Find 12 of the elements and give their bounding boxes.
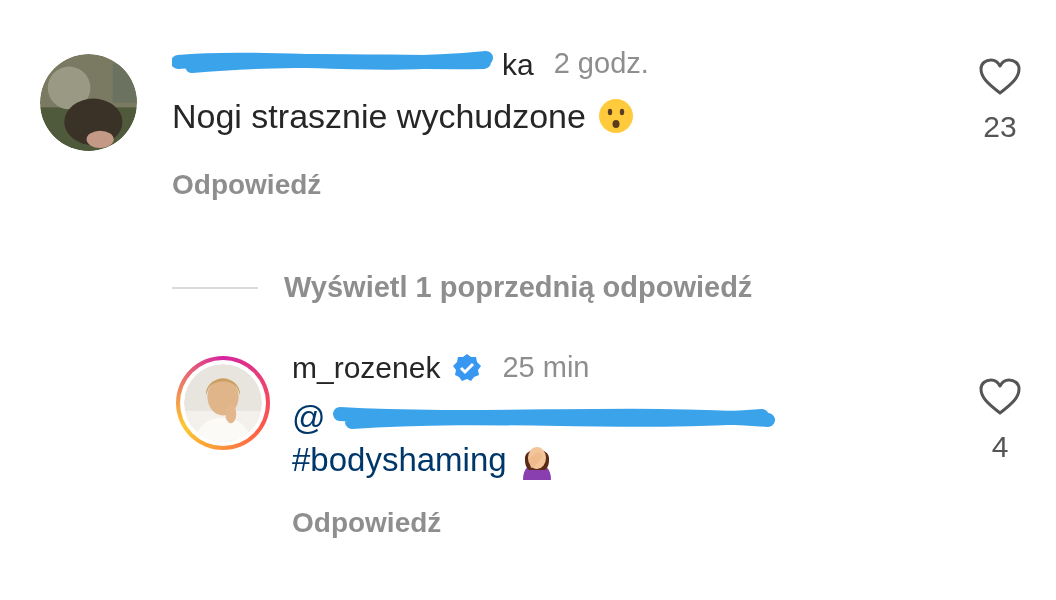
comment-time: 2 godz. [553,46,649,82]
hashtag-link[interactable]: #bodyshaming [292,434,507,485]
username[interactable]: m_rozenek [292,345,441,390]
surprised-face-icon [597,98,634,134]
heart-icon[interactable] [979,377,1021,416]
like-count: 23 [983,109,1017,145]
heart-icon[interactable] [979,58,1021,96]
comment-time: 25 min [502,349,590,385]
comment-text: Nogi strasznie wychudzone [172,95,586,137]
like-count: 4 [991,428,1009,465]
mention-link[interactable]: @ [292,398,326,436]
username[interactable]: ka [502,41,534,87]
